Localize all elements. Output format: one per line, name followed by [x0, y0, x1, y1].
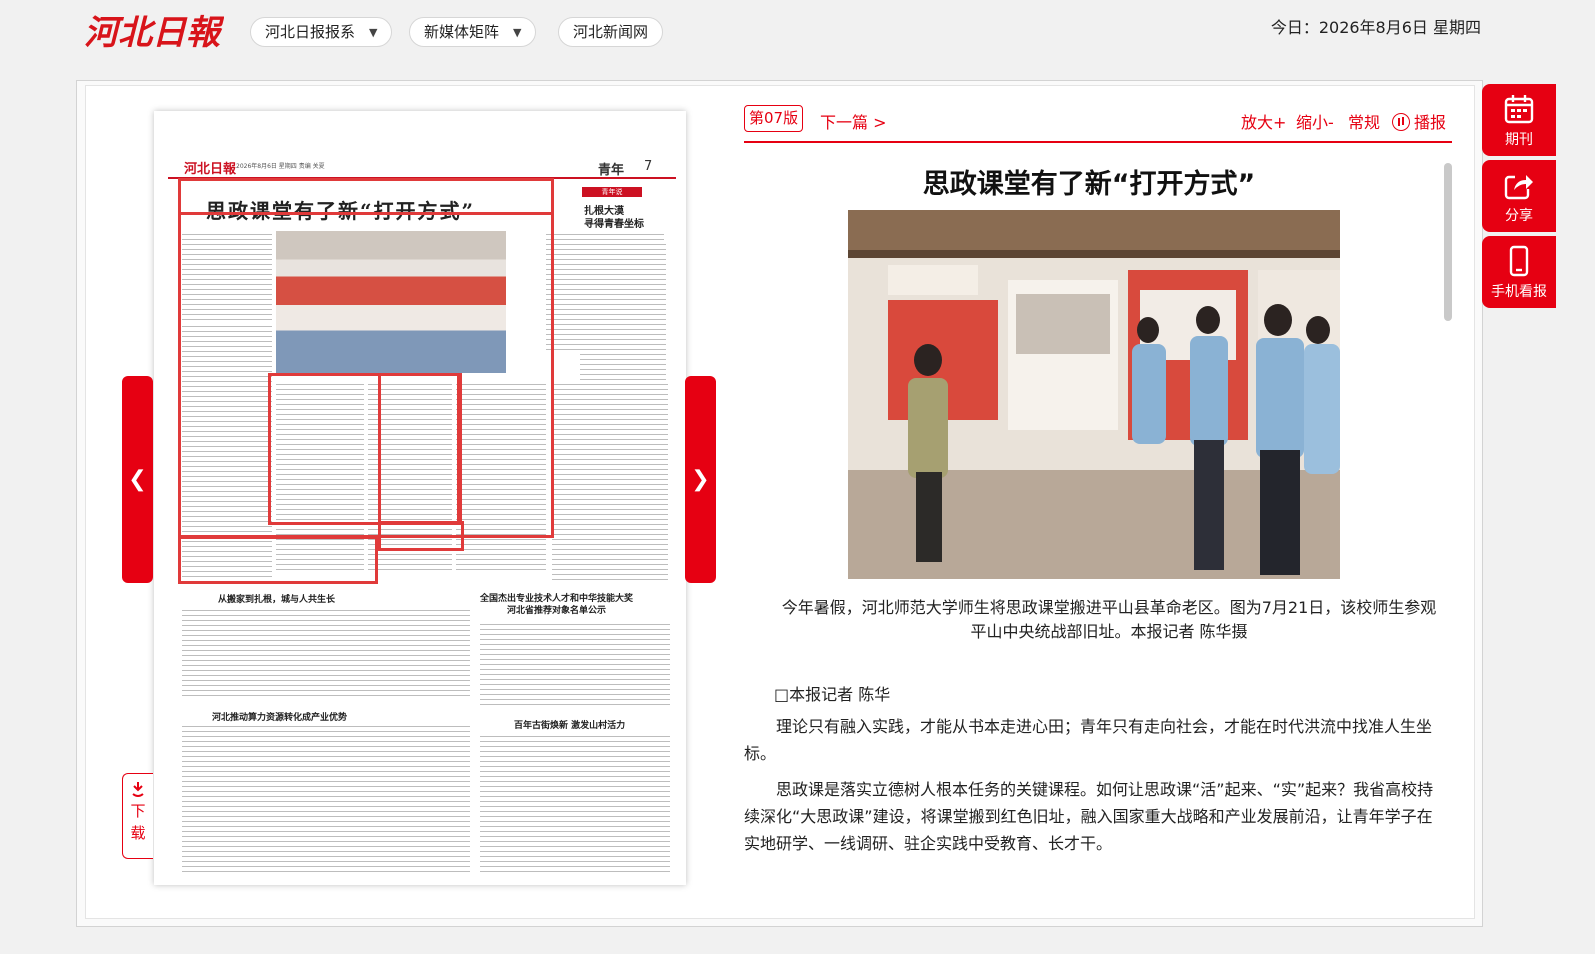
photo-caption: 今年暑假，河北师范大学师生将思政课堂搬进平山县革命老区。图为7月21日，该校师生… [781, 598, 1437, 641]
story-headline: 河北推动算力资源转化成产业优势 [212, 713, 348, 723]
article-photo-illustration [848, 210, 1340, 579]
article-paragraph: 思政课是落实立德树人根本任务的关键课程。如何让思政课“活”起来、“实”起来？我省… [744, 780, 1434, 853]
text-block [456, 381, 546, 571]
text-block [182, 563, 272, 583]
newspaper-page[interactable]: 河北日報 2026年8月6日 星期四 责编 关夏 青年 7 思政课堂有了新“打开… [154, 111, 686, 885]
article-panel: 思政课堂有了新“打开方式” 今年暑假，河北师范大学师生将思政课堂搬进平山县革命老… [744, 152, 1444, 864]
download-button[interactable]: 下载 [122, 773, 153, 859]
svg-text:河北日報: 河北日報 [84, 13, 224, 52]
text-block [552, 381, 668, 581]
phone-icon [1509, 245, 1529, 277]
masthead-logo: 河北日報 [184, 162, 237, 177]
download-icon [132, 782, 144, 797]
next-page-button[interactable]: ❯ [685, 376, 716, 583]
nav-label: 河北新闻网 [573, 23, 649, 41]
article-byline: □本报记者 陈华 [774, 685, 891, 704]
read-aloud-button[interactable]: 播报 [1392, 109, 1446, 133]
masthead-meta: 2026年8月6日 星期四 责编 关夏 [236, 163, 325, 170]
text-block [182, 607, 470, 699]
next-article-link[interactable]: 下一篇 > [820, 109, 887, 133]
lead-photo-thumb [276, 231, 506, 373]
text-block [182, 323, 272, 573]
audio-icon [1392, 113, 1410, 131]
sidebar-label: 分享 [1505, 208, 1533, 224]
sidebar-share-button[interactable]: 分享 [1482, 160, 1556, 232]
nav-hebei-news[interactable]: 河北新闻网 [558, 17, 664, 47]
article-toolbar: 第07版 下一篇 > 放大+ 缩小- 常规 播报 [744, 105, 1452, 143]
share-icon [1504, 175, 1533, 200]
sidebar-issues-button[interactable]: 期刊 [1482, 84, 1556, 156]
chevron-down-icon: ▼ [369, 26, 378, 39]
current-date: 今日：2026年8月6日 星期四 [1270, 18, 1481, 37]
text-block [368, 381, 452, 571]
newspaper-page-content: 河北日報 2026年8月6日 星期四 责编 关夏 青年 7 思政课堂有了新“打开… [154, 111, 686, 885]
sidebar-label: 期刊 [1505, 132, 1533, 148]
previous-page-button[interactable]: ❮ [122, 376, 153, 583]
text-block [182, 723, 470, 873]
read-aloud-label: 播报 [1414, 113, 1447, 132]
chevron-down-icon: ▼ [513, 26, 522, 39]
nav-hebei-daily-group[interactable]: 河北日报报系 ▼ [250, 17, 393, 47]
chevron-left-icon: ❮ [128, 467, 147, 492]
chevron-right-icon: ❯ [691, 467, 710, 492]
zoom-out-button[interactable]: 缩小- [1296, 109, 1334, 133]
page-tag-button[interactable]: 第07版 [744, 105, 804, 132]
text-block [276, 381, 364, 571]
article-title: 思政课堂有了新“打开方式” [922, 169, 1256, 200]
story-headline: 全国杰出专业技术人才和中华技能大奖 河北省推荐对象名单公示 [480, 594, 634, 616]
sidebar-label: 手机看报 [1491, 284, 1547, 300]
lead-headline: 思政课堂有了新“打开方式” [206, 199, 476, 223]
text-block [480, 733, 670, 873]
hebei-daily-logo[interactable]: 河北日報 [84, 12, 224, 52]
column-title: 扎根大漠 寻得青春坐标 [584, 206, 644, 230]
download-label: 下载 [130, 802, 146, 842]
text-block [480, 621, 670, 705]
story-headline: 从搬家到扎根，城与人共生长 [218, 595, 336, 605]
page-number: 7 [644, 159, 653, 174]
article-photo [848, 210, 1340, 579]
article-paragraph: 理论只有融入实践，才能从书本走进心田；青年只有走向社会，才能在时代洪流中找准人生… [744, 717, 1433, 763]
normal-size-button[interactable]: 常规 [1348, 109, 1380, 133]
column-tag: 青年说 [582, 187, 642, 197]
story-headline: 百年古街焕新 激发山村活力 [514, 721, 626, 731]
nav-new-media[interactable]: 新媒体矩阵 ▼ [409, 17, 537, 47]
text-block [580, 241, 666, 381]
calendar-icon [1504, 95, 1534, 124]
sidebar-mobile-button[interactable]: 手机看报 [1482, 236, 1556, 308]
zoom-in-button[interactable]: 放大+ [1241, 109, 1286, 133]
section-name: 青年 [598, 163, 625, 178]
nav-label: 新媒体矩阵 [424, 23, 500, 41]
article-scrollbar[interactable] [1444, 163, 1452, 321]
nav-label: 河北日报报系 [265, 23, 356, 41]
top-bar: 河北日報 河北日报报系 ▼ 新媒体矩阵 ▼ 河北新闻网 今日：2026年8月6日 星… [0, 0, 1595, 72]
